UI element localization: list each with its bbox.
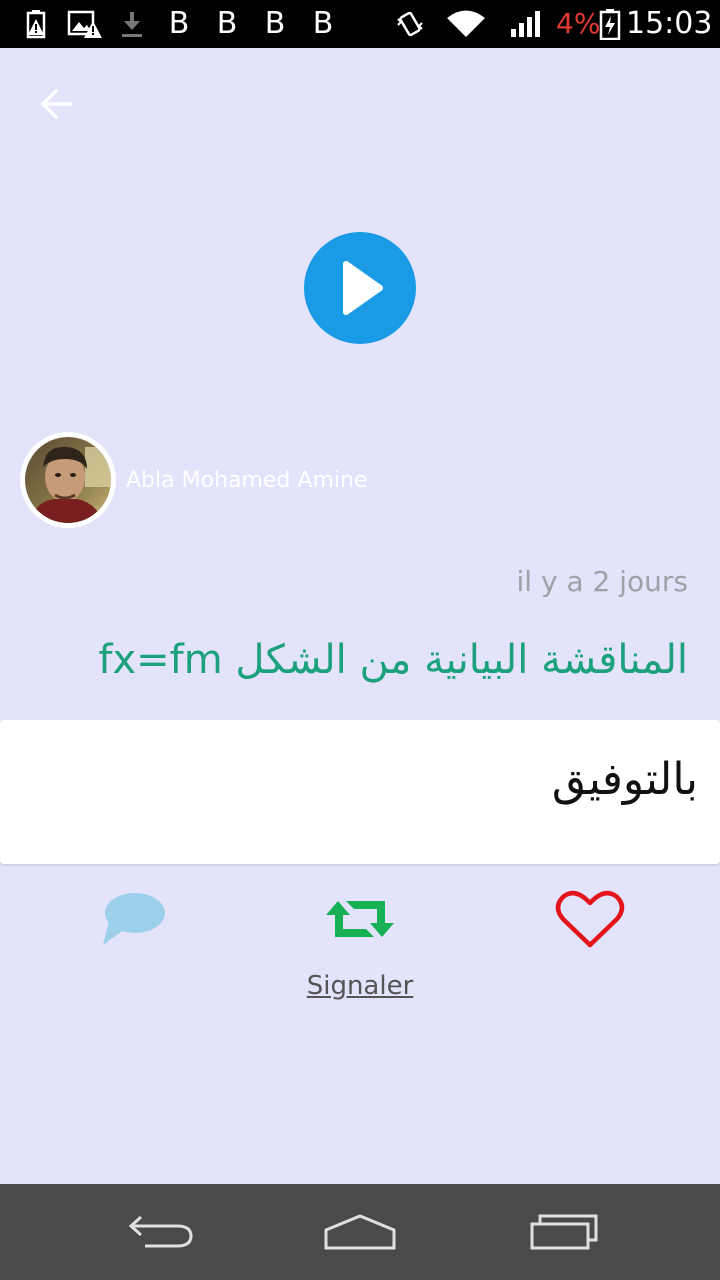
comment-text: بالتوفيق <box>551 754 698 805</box>
status-bar: B B B B 4% 15:03 <box>0 0 720 48</box>
arrow-left-icon <box>40 88 72 120</box>
report-link-container: Signaler <box>0 968 720 1004</box>
download-icon <box>118 8 146 40</box>
nav-recents-button[interactable] <box>524 1202 604 1262</box>
comment-bubble-icon <box>103 893 165 945</box>
nav-recents-icon <box>530 1214 598 1250</box>
comment-button[interactable] <box>92 884 172 954</box>
vibrate-icon <box>394 8 426 40</box>
post-time: il y a 2 jours <box>516 565 688 598</box>
repost-button[interactable] <box>320 884 400 954</box>
avatar-photo <box>25 437 111 523</box>
play-button[interactable] <box>304 232 416 344</box>
image-warning-icon <box>66 8 104 40</box>
back-button[interactable] <box>24 72 88 136</box>
wifi-icon <box>444 8 488 40</box>
battery-percent: 4% <box>556 7 601 40</box>
signal-icon <box>508 8 544 40</box>
comment-card: بالتوفيق <box>0 720 720 864</box>
heart-icon <box>555 890 625 948</box>
navigation-bar <box>0 1184 720 1280</box>
b-app-icon: B <box>312 6 334 41</box>
b-app-icon: B <box>264 6 286 41</box>
play-icon <box>343 261 383 315</box>
post-title: المناقشة البيانية من الشكل fx=fm <box>98 637 688 683</box>
nav-back-icon <box>128 1215 193 1248</box>
report-link[interactable]: Signaler <box>307 971 414 1001</box>
avatar[interactable] <box>20 432 116 528</box>
repost-icon <box>326 901 394 937</box>
author-name[interactable]: Abla Mohamed Amine <box>126 466 367 496</box>
clock: 15:03 <box>626 6 713 41</box>
battery-warning-icon <box>20 8 54 40</box>
like-button[interactable] <box>550 884 630 954</box>
nav-home-button[interactable] <box>320 1202 400 1262</box>
b-app-icon: B <box>168 6 190 41</box>
nav-back-button[interactable] <box>120 1202 200 1262</box>
battery-charging-icon <box>598 8 622 40</box>
nav-home-icon <box>324 1214 396 1250</box>
b-app-icon: B <box>216 6 238 41</box>
